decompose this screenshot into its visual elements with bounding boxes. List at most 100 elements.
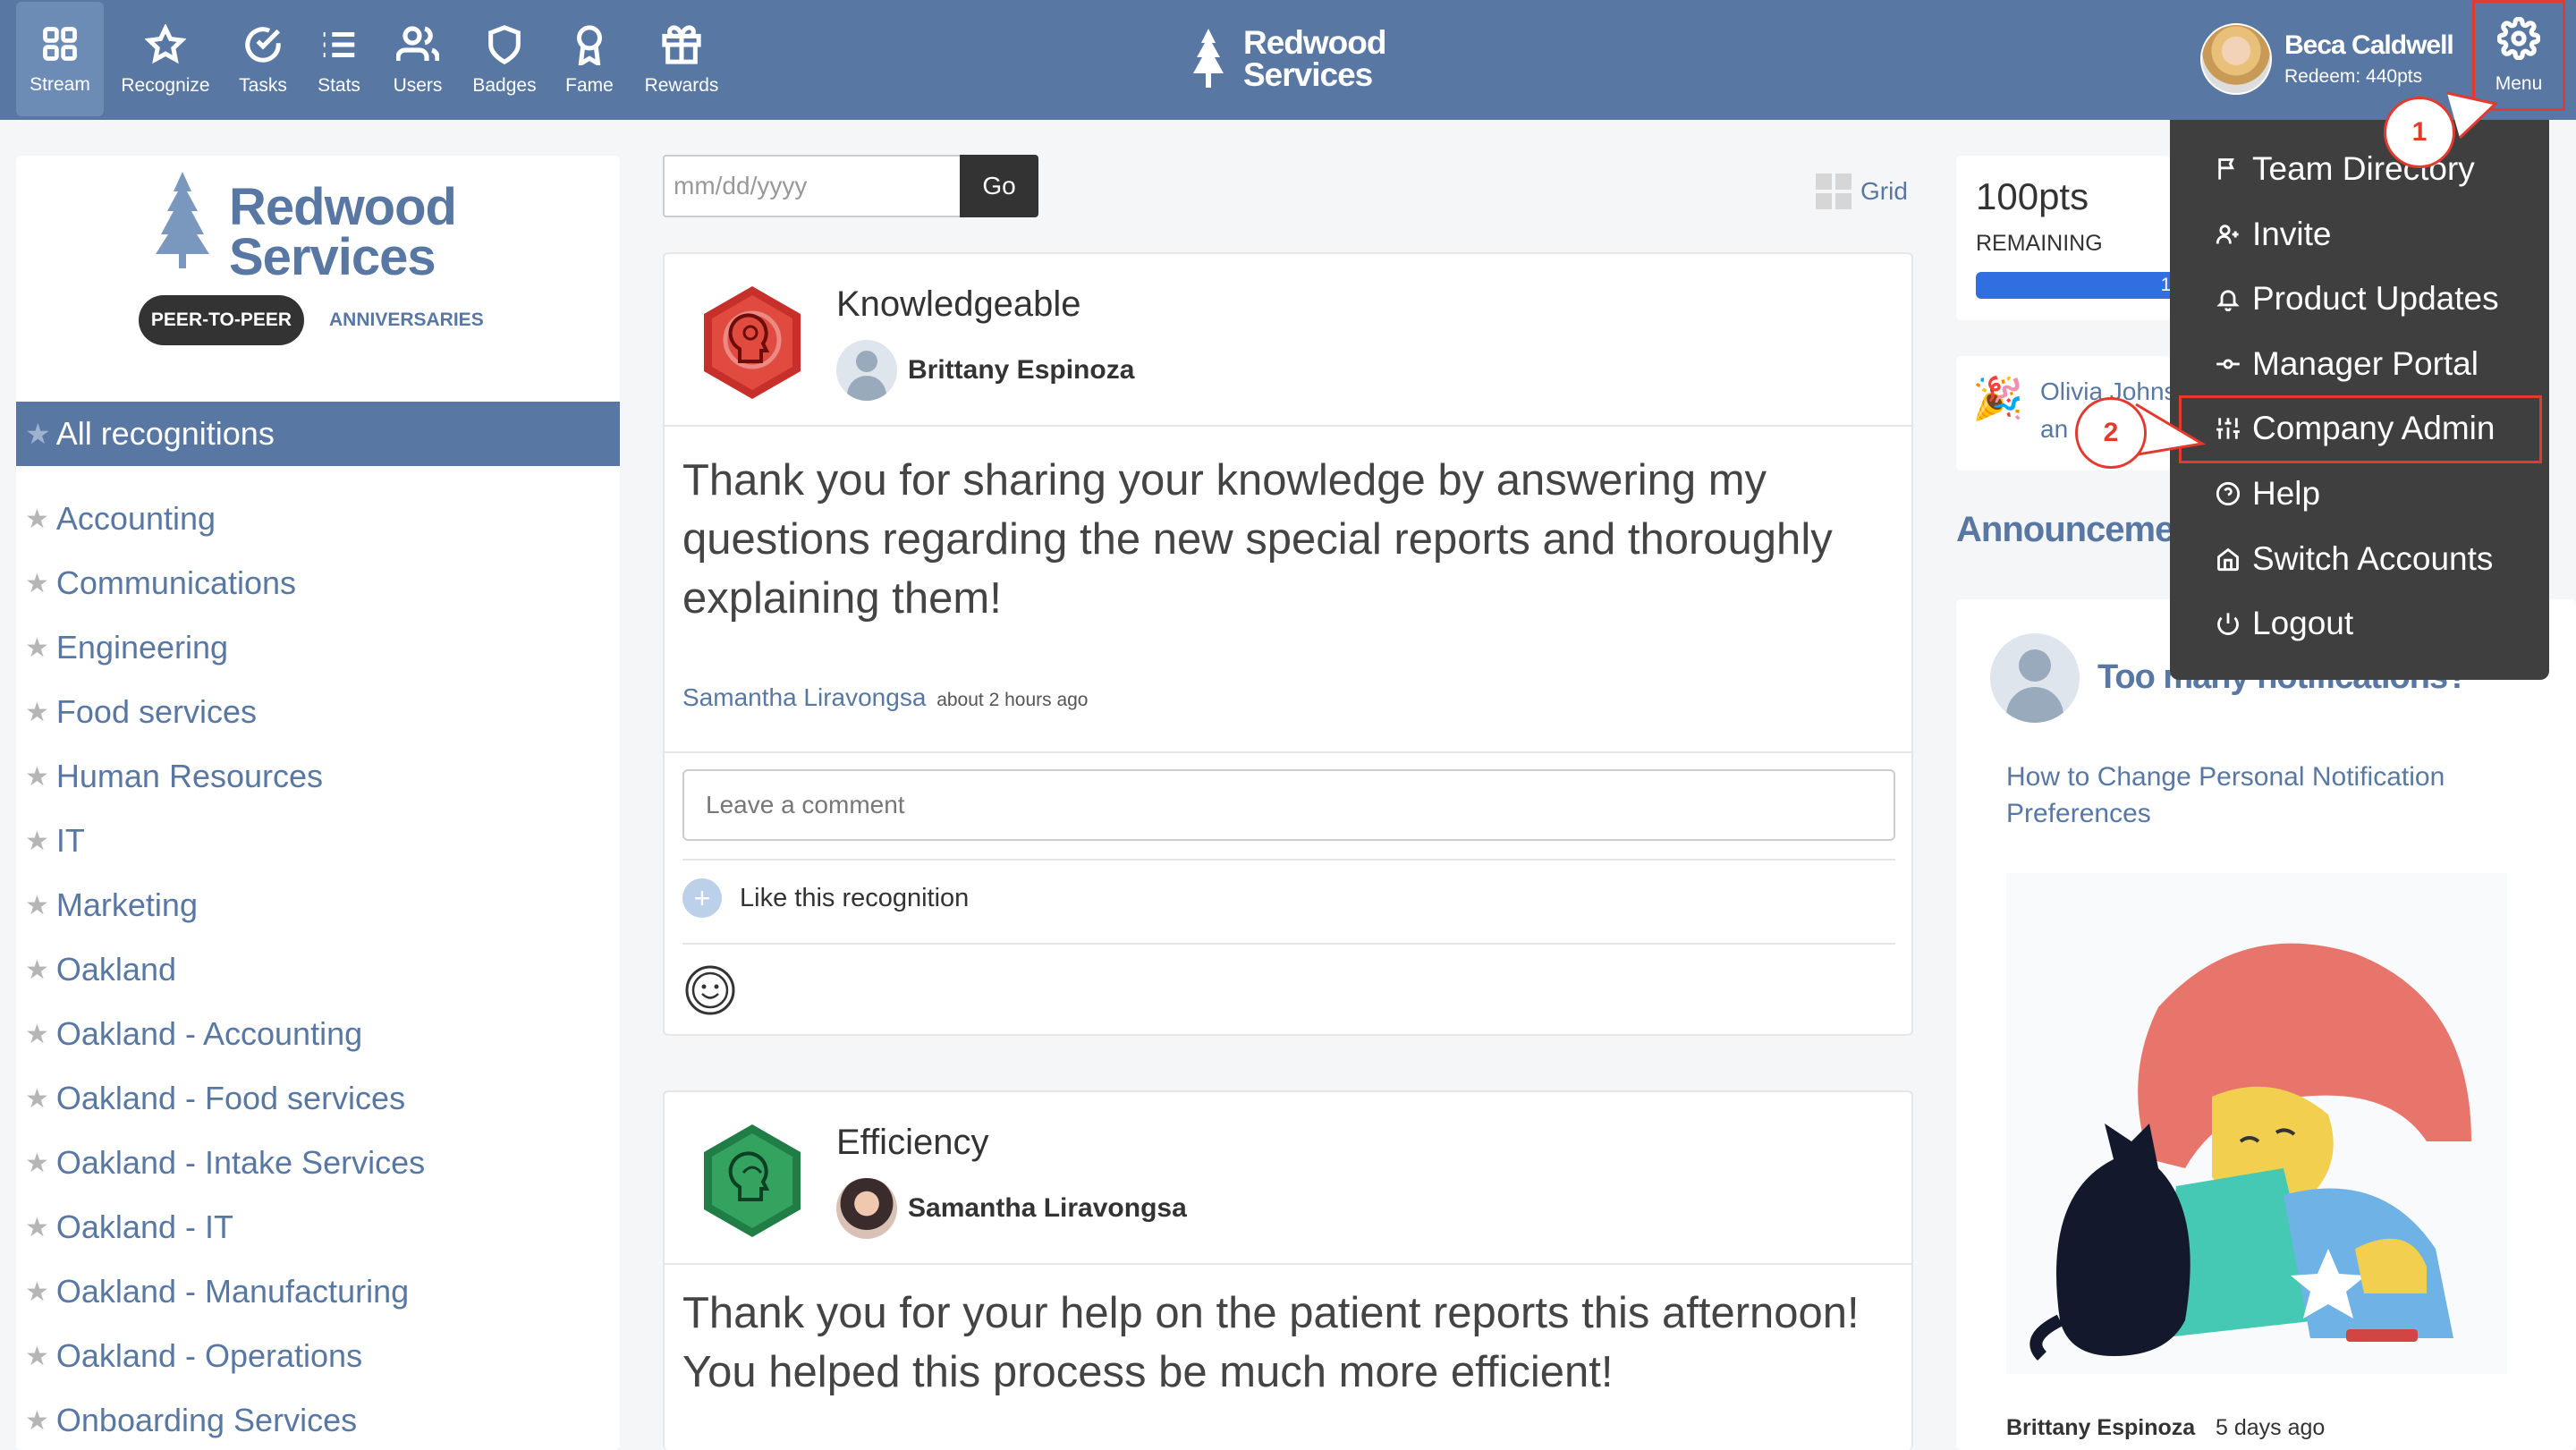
menu-item-invite[interactable]: Invite (2215, 212, 2331, 257)
step-1-callout: 1 (2384, 97, 2455, 168)
nav-recognize-label: Recognize (121, 75, 210, 96)
avatar (1990, 633, 2080, 723)
nav-stream[interactable]: Stream (16, 2, 104, 116)
sidebar-item[interactable]: ★ Oakland (25, 937, 425, 1002)
recipient[interactable]: Brittany Espinoza (836, 340, 1134, 401)
sidebar-item[interactable]: ★ Human Resources (25, 744, 425, 809)
user-profile[interactable]: Beca Caldwell Redeem: 440pts (2200, 23, 2454, 95)
smiley-icon[interactable] (684, 964, 736, 1016)
sidebar-item[interactable]: ★ Onboarding Services (25, 1388, 425, 1450)
tree-icon (156, 172, 209, 268)
star-icon: ★ (25, 1341, 49, 1371)
star-icon: ★ (25, 890, 49, 920)
star-icon: ★ (25, 1148, 49, 1178)
peer-to-peer-tab[interactable]: PEER-TO-PEER (139, 295, 304, 345)
announcement-card: Too many notifications? How to Change Pe… (1956, 599, 2576, 1450)
comment-input[interactable]: Leave a comment (682, 769, 1895, 841)
go-button[interactable]: Go (960, 155, 1038, 217)
menu-item-label: Manager Portal (2252, 345, 2479, 382)
nav-rewards[interactable]: Rewards (639, 0, 724, 120)
nav-tasks[interactable]: Tasks (231, 0, 295, 120)
sidebar-item-label: Oakland - Accounting (55, 1015, 363, 1052)
shield-icon (483, 23, 526, 66)
recipient[interactable]: Samantha Liravongsa (836, 1178, 1187, 1239)
menu-item-label: Help (2252, 475, 2321, 512)
menu-item-switch-accounts[interactable]: Switch Accounts (2215, 537, 2493, 581)
star-icon: ★ (25, 1083, 49, 1114)
points-remaining-card: 100pts REMAINING 10 (1956, 156, 2171, 320)
announcement-time: 5 days ago (2216, 1415, 2326, 1440)
grid-icon (38, 22, 81, 65)
sidebar-item[interactable]: ★ Food services (25, 680, 425, 744)
divider (682, 943, 1895, 945)
recipient-name: Samantha Liravongsa (908, 1193, 1187, 1223)
sidebar-item[interactable]: ★ Oakland - IT (25, 1195, 425, 1259)
recognition-card: Knowledgeable Brittany Espinoza Thank yo… (663, 252, 1913, 1036)
points-label: REMAINING (1976, 231, 2103, 256)
efficiency-badge-icon (704, 1124, 801, 1237)
sidebar-item-label: Engineering (55, 629, 229, 666)
user-name: Beca Caldwell (2284, 30, 2454, 60)
user-redeem-points: Redeem: 440pts (2284, 66, 2423, 87)
sidebar-item[interactable]: ★ Oakland - Accounting (25, 1002, 425, 1066)
badge-title: Knowledgeable (836, 284, 1081, 324)
sidebar-item-label: Oakland - Intake Services (55, 1144, 426, 1181)
help-circle-icon (2215, 480, 2241, 507)
ribbon-icon (568, 23, 611, 66)
sidebar-item[interactable]: ★ IT (25, 809, 425, 873)
sidebar-item[interactable]: ★ Oakland - Manufacturing (25, 1259, 425, 1324)
top-nav: Stream Recognize Tasks Stats Users Badge… (0, 0, 2576, 120)
menu-item-manager-portal[interactable]: Manager Portal (2215, 342, 2479, 386)
menu-item-help[interactable]: Help (2215, 471, 2320, 516)
brand-line2: Services (1243, 56, 1373, 93)
sidebar-list: ★ Accounting ★ Communications ★ Engineering… (25, 487, 425, 1450)
plus-icon: + (682, 878, 722, 918)
nav-recognize[interactable]: Recognize (116, 0, 215, 120)
grid-icon (1816, 174, 1852, 209)
home-icon (2215, 546, 2241, 572)
nav-fame[interactable]: Fame (556, 0, 623, 120)
sidebar-item-label: Oakland - Manufacturing (55, 1273, 410, 1310)
announcement-link[interactable]: How to Change Personal Notification Pref… (2006, 759, 2507, 832)
gear-icon (2496, 15, 2541, 64)
star-icon: ★ (25, 697, 49, 727)
nav-stats[interactable]: Stats (308, 0, 370, 120)
timestamp: about 2 hours ago (936, 690, 1089, 710)
divider (665, 751, 1911, 753)
nav-users[interactable]: Users (385, 0, 451, 120)
sidebar-logo: Redwood Services (150, 170, 457, 284)
like-button[interactable]: + Like this recognition (682, 878, 969, 918)
points-progress-bar: 10 (1976, 272, 2171, 299)
star-icon: ★ (25, 1276, 49, 1307)
sidebar-item[interactable]: ★ Oakland - Operations (25, 1324, 425, 1388)
date-filter-input[interactable]: mm/dd/yyyy (663, 155, 960, 217)
grid-view-toggle[interactable]: Grid (1816, 174, 1908, 209)
anniversaries-tab[interactable]: ANNIVERSARIES (329, 295, 484, 345)
sidebar-item[interactable]: ★ Oakland - Intake Services (25, 1131, 425, 1195)
sender-link[interactable]: Samantha Liravongsa (682, 683, 926, 711)
badge-title: Efficiency (836, 1123, 989, 1162)
menu-label: Menu (2495, 72, 2543, 94)
sidebar-item[interactable]: ★ Accounting (25, 487, 425, 551)
gift-icon (660, 23, 703, 66)
avatar (836, 340, 897, 401)
menu-item-label: Switch Accounts (2252, 540, 2494, 577)
brand-logo[interactable]: Redwood Services (1186, 23, 1386, 95)
menu-button[interactable]: Menu (2472, 0, 2565, 111)
sidebar-item[interactable]: ★ Marketing (25, 873, 425, 937)
sidebar: Redwood Services PEER-TO-PEER ANNIVERSAR… (16, 156, 620, 1450)
nav-badges[interactable]: Badges (467, 0, 542, 120)
sidebar-item-label: IT (55, 822, 85, 859)
sidebar-item-all-recognitions[interactable]: ★ All recognitions (16, 402, 620, 466)
points-value: 100pts (1976, 175, 2089, 217)
sidebar-item[interactable]: ★ Oakland - Food services (25, 1066, 425, 1131)
avatar (2200, 23, 2272, 95)
menu-item-product-updates[interactable]: Product Updates (2215, 276, 2499, 321)
nav-stats-label: Stats (318, 75, 360, 96)
commit-icon (2215, 351, 2241, 377)
menu-item-label: Invite (2252, 216, 2332, 252)
sidebar-item[interactable]: ★ Communications (25, 551, 425, 615)
sidebar-item[interactable]: ★ Engineering (25, 615, 425, 680)
menu-item-logout[interactable]: Logout (2215, 601, 2353, 646)
tree-icon (1193, 29, 1224, 88)
